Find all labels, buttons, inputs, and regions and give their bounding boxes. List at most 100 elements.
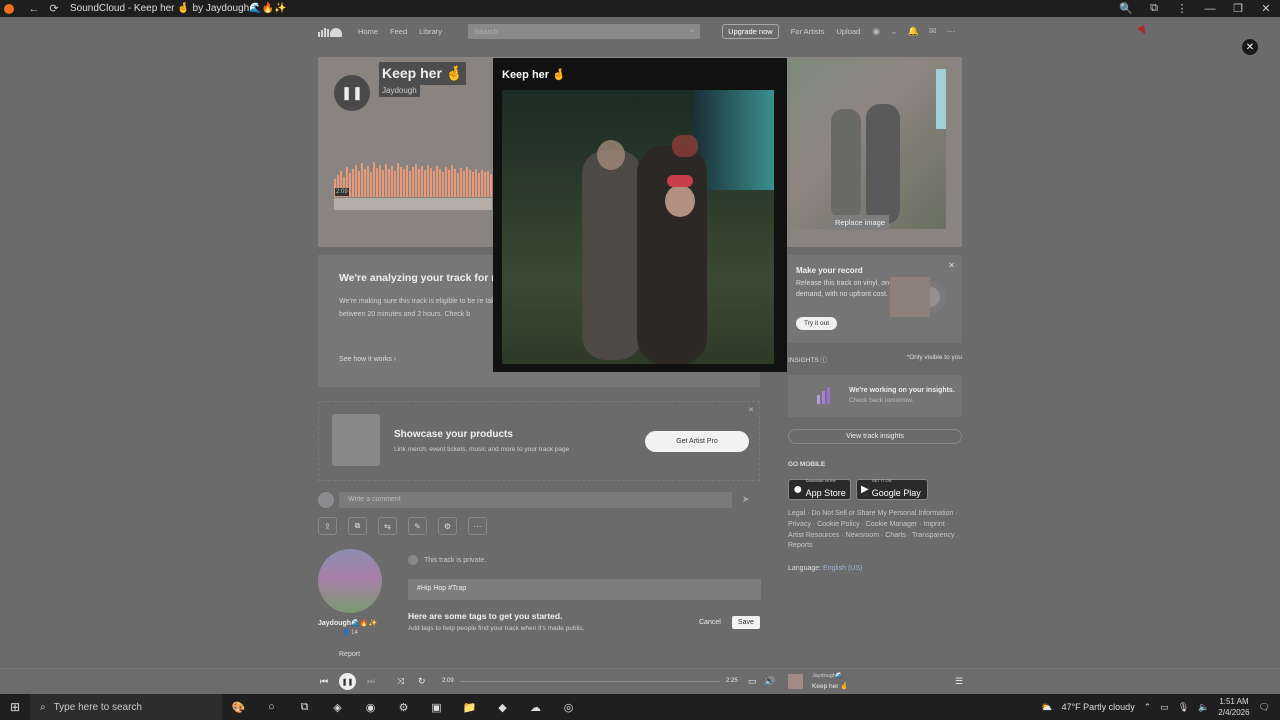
artist-avatar[interactable] <box>318 549 382 613</box>
shuffle-icon[interactable]: ⤨ <box>397 676 404 687</box>
artwork-image <box>502 90 774 364</box>
task-view-icon[interactable]: ⧉ <box>288 701 321 714</box>
close-icon[interactable]: ✕ <box>948 261 955 270</box>
search-icon: ⌕ <box>40 701 46 713</box>
see-how-it-works-link[interactable]: See how it works › <box>339 356 396 363</box>
minimize-button[interactable]: — <box>1196 3 1224 15</box>
modal-title: Keep her 🤞 <box>502 69 566 81</box>
nav-home[interactable]: Home <box>358 27 378 36</box>
notifications-icon[interactable]: 🗨 <box>1259 702 1270 713</box>
upgrade-button[interactable]: Upgrade now <box>722 23 779 39</box>
back-icon[interactable]: ← <box>24 3 44 15</box>
now-playing-title[interactable]: Keep her 🤞 <box>812 682 848 690</box>
now-playing-artwork[interactable] <box>788 674 803 689</box>
clock[interactable]: 1:51 AM 2/4/2026 <box>1218 696 1249 718</box>
pause-button[interactable]: ❚❚ <box>339 673 356 690</box>
chevron-down-icon[interactable]: ⌄ <box>890 26 898 37</box>
waveform[interactable] <box>334 157 494 212</box>
zoom-icon[interactable]: 🔍 <box>1112 2 1140 15</box>
share-icon[interactable]: ⇪ <box>318 517 337 535</box>
file-explorer-icon[interactable]: 📁 <box>453 701 486 714</box>
language-selector[interactable]: Language: English (US) <box>788 565 862 572</box>
footer-links[interactable]: Legal · Do Not Sell or Share My Personal… <box>788 509 962 552</box>
tags-heading: Here are some tags to get you started. <box>408 611 563 621</box>
nav-feed[interactable]: Feed <box>390 27 407 36</box>
save-button[interactable]: Save <box>732 616 760 629</box>
settings-icon[interactable]: ⚙ <box>438 517 457 535</box>
app-icon[interactable]: ◆ <box>486 701 519 714</box>
clock-time: 1:51 AM <box>1219 697 1249 706</box>
network-icon[interactable]: ▭ <box>1160 702 1169 713</box>
pause-button[interactable]: ❚❚ <box>334 75 370 111</box>
windows-start-icon[interactable]: ⊞ <box>0 700 30 714</box>
progress-bar[interactable] <box>460 681 720 682</box>
google-play-button[interactable]: ▶ GET IT ON Google Play <box>856 478 928 500</box>
make-record-title: Make your record <box>796 266 863 275</box>
messages-icon[interactable]: ✉ <box>929 26 937 37</box>
reload-icon[interactable]: ⟳ <box>44 2 64 15</box>
duration: 2:25 <box>726 678 738 684</box>
cancel-button[interactable]: Cancel <box>699 619 721 626</box>
language-value[interactable]: English (US) <box>823 565 862 572</box>
menu-icon[interactable]: ⋮ <box>1168 2 1196 15</box>
weather-icon[interactable]: ⛅ <box>1041 702 1052 713</box>
previous-icon[interactable]: ⏮ <box>320 676 328 687</box>
artist-name[interactable]: Jaydough🌊🔥✨ <box>318 619 377 627</box>
repeat-icon[interactable]: ↻ <box>418 676 426 687</box>
search-input[interactable]: Search ⌕ <box>468 23 701 39</box>
chevron-up-icon[interactable]: ⌃ <box>1144 702 1152 713</box>
send-icon[interactable]: ➤ <box>742 494 750 505</box>
playlist-icon[interactable]: ☰ <box>955 676 963 687</box>
speaker-icon[interactable]: 🔈 <box>1198 702 1209 713</box>
user-avatar-icon[interactable]: ◉ <box>872 26 880 37</box>
site-header: Home Feed Library Search ⌕ Upgrade now F… <box>318 19 962 43</box>
vinyl-icon <box>890 277 952 317</box>
get-artist-pro-button[interactable]: Get Artist Pro <box>645 431 749 452</box>
nav-library[interactable]: Library <box>419 27 442 36</box>
app-icon[interactable]: ▣ <box>420 701 453 714</box>
chrome-icon[interactable]: ◎ <box>552 701 585 714</box>
repost-icon[interactable]: ⇆ <box>378 517 397 535</box>
notifications-icon[interactable]: 🔔 <box>908 26 919 37</box>
copy-link-icon[interactable]: ⧉ <box>348 517 367 535</box>
more-icon[interactable]: ⋯ <box>946 26 955 37</box>
now-playing-artist[interactable]: Jaydough🌊 <box>812 673 843 679</box>
for-artists-link[interactable]: For Artists <box>791 27 825 36</box>
close-icon[interactable]: ✕ <box>748 406 754 414</box>
app-store-small-label: Download on the <box>805 478 836 483</box>
more-icon[interactable]: ⋯ <box>468 517 487 535</box>
maximize-button[interactable]: ❐ <box>1224 2 1252 15</box>
close-modal-icon[interactable]: ✕ <box>1242 39 1258 55</box>
replace-image-button[interactable]: Replace image <box>831 215 890 230</box>
tags-input[interactable]: #Hip Hop #Trap <box>408 579 761 600</box>
search-icon[interactable]: ⌕ <box>690 26 694 36</box>
app-store-label: App Store <box>805 488 846 498</box>
queue-icon[interactable]: ▭ <box>748 676 757 687</box>
comment-input[interactable]: Write a comment <box>339 492 732 508</box>
soundcloud-taskbar-icon[interactable]: ☁ <box>519 701 552 714</box>
report-link[interactable]: Report <box>339 651 360 658</box>
see-how-label: See how it works <box>339 356 392 363</box>
paint-app-icon[interactable]: 🎨 <box>222 701 255 714</box>
upload-link[interactable]: Upload <box>836 27 860 36</box>
search-placeholder: Search <box>474 26 498 36</box>
insights-label: INSIGHTS ⓘ <box>788 357 828 364</box>
microphone-icon[interactable]: 🎙 <box>1178 702 1189 713</box>
next-icon[interactable]: ⏭ <box>367 676 375 687</box>
view-track-insights-button[interactable]: View track insights <box>788 429 962 444</box>
extensions-icon[interactable]: ⧉ <box>1140 2 1168 15</box>
app-icon[interactable]: ◈ <box>321 701 354 714</box>
taskbar-search[interactable]: ⌕ Type here to search <box>30 694 222 720</box>
cortana-icon[interactable]: ○ <box>255 701 288 713</box>
close-window-button[interactable]: ✕ <box>1252 2 1280 15</box>
soundcloud-logo-icon[interactable] <box>318 25 344 37</box>
browser-app-icon[interactable]: ◉ <box>354 701 387 714</box>
weather-text[interactable]: 47°F Partly cloudy <box>1062 702 1135 712</box>
try-it-out-button[interactable]: Try it out <box>796 317 838 330</box>
edit-icon[interactable]: ✎ <box>408 517 427 535</box>
app-store-button[interactable]: ● Download on the App Store <box>788 478 851 500</box>
volume-icon[interactable]: 🔊 <box>764 676 775 687</box>
track-artist[interactable]: Jaydough <box>379 84 420 97</box>
apple-icon: ● <box>793 480 803 498</box>
settings-app-icon[interactable]: ⚙ <box>387 701 420 714</box>
